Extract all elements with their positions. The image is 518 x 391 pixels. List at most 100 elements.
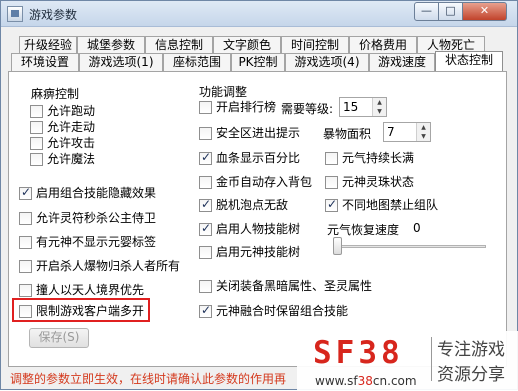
checkbox-box [19, 185, 32, 200]
status-message: 调整的参数立即生效，在线时请确认此参数的作用再 [10, 372, 287, 386]
realm-priority-checkbox[interactable]: 撞人以天人境界优先 [19, 282, 144, 298]
checkbox-box [199, 279, 212, 293]
checkbox-box [199, 197, 212, 212]
checkbox-box [19, 211, 32, 225]
spirit-state-checkbox[interactable]: 元神灵珠状态 [325, 174, 414, 190]
qi-recover-slider-thumb[interactable] [333, 237, 342, 255]
allow-magic-checkbox[interactable]: 允许魔法 [30, 151, 95, 167]
talisman-kill-guard-checkbox[interactable]: 允许灵符秒杀公主侍卫 [19, 210, 156, 226]
checkbox-box [199, 100, 212, 114]
allow-run-checkbox[interactable]: 允许跑动 [30, 103, 95, 119]
paralysis-group-title: 麻痹控制 [29, 85, 82, 102]
spirit-skill-tree-label: 启用元神技能树 [216, 245, 301, 259]
maximize-button[interactable]: □ [438, 2, 463, 21]
allow-attack-label: 允许攻击 [47, 136, 96, 150]
hp-percent-label: 血条显示百分比 [216, 151, 301, 165]
kill-drop-owner-label: 开启杀人爆物归杀人者所有 [36, 259, 181, 273]
qi-full-checkbox[interactable]: 元气持续长满 [325, 150, 414, 166]
checkbox-box [30, 152, 43, 166]
spirit-state-label: 元神灵珠状态 [342, 175, 415, 189]
close-button[interactable]: ✕ [462, 2, 507, 21]
tab-coord-range[interactable]: 座标范围 [163, 53, 231, 71]
checkbox-box [325, 197, 338, 212]
tab-castle-params[interactable]: 城堡参数 [77, 36, 145, 54]
minimize-button[interactable]: — [414, 2, 439, 21]
hide-infant-tag-checkbox[interactable]: 有元神不显示元婴标签 [19, 234, 156, 250]
game-params-window: 游戏参数 — □ ✕ 升级经验 城堡参数 信息控制 文字颜色 时间控制 价格费用… [0, 0, 518, 391]
window-title: 游戏参数 [29, 8, 78, 22]
spirit-combo-label: 元神融合时保留组合技能 [216, 304, 349, 318]
allow-magic-label: 允许魔法 [47, 152, 96, 166]
spirit-combo-checkbox[interactable]: 元神融合时保留组合技能 [199, 303, 348, 319]
highlight-box [12, 298, 150, 322]
bubble-label: 脱机泡点无敌 [216, 198, 289, 212]
qi-full-label: 元气持续长满 [342, 151, 415, 165]
hide-infant-tag-label: 有元神不显示元婴标签 [36, 235, 157, 249]
char-skill-tree-checkbox[interactable]: 启用人物技能树 [199, 221, 300, 237]
checkbox-box [325, 151, 338, 165]
tab-upgrade-exp[interactable]: 升级经验 [19, 36, 77, 54]
save-button[interactable]: 保存(S) [29, 328, 89, 348]
watermark-tag-1: 专注游戏 [437, 340, 505, 360]
tab-price-fee[interactable]: 价格费用 [349, 36, 417, 54]
combo-skill-hide-checkbox[interactable]: 启用组合技能隐藏效果 [19, 185, 156, 201]
rank-level-label: 需要等级: [281, 102, 334, 116]
watermark-logo: SF38 [313, 335, 404, 371]
tab-info-control[interactable]: 信息控制 [145, 36, 213, 54]
watermark-url-post: cn.com [372, 374, 417, 388]
checkbox-box [19, 259, 32, 273]
watermark-url-pre: www.sf [315, 374, 358, 388]
tab-time-control[interactable]: 时间控制 [281, 36, 349, 54]
watermark-url-red: 38 [357, 374, 373, 388]
map-group-checkbox[interactable]: 不同地图禁止组队 [325, 197, 438, 213]
checkbox-box [199, 221, 212, 236]
close-equip-label: 关闭装备黑暗属性、圣灵属性 [216, 279, 373, 293]
function-group-title: 功能调整 [197, 83, 250, 100]
rank-checkbox[interactable]: 开启排行榜 [199, 99, 276, 115]
checkbox-box [199, 303, 212, 318]
checkbox-box [19, 283, 32, 297]
app-icon [7, 6, 23, 22]
watermark-url: www.sf38cn.com [315, 374, 417, 388]
close-equip-checkbox[interactable]: 关闭装备黑暗属性、圣灵属性 [199, 278, 372, 294]
rank-level-input[interactable]: 15 ▲ ▼ [339, 97, 387, 117]
qi-recover-slider-track[interactable] [336, 245, 486, 248]
checkbox-box [325, 175, 338, 189]
tab-game-speed[interactable]: 游戏速度 [369, 53, 435, 71]
gold-bag-label: 金币自动存入背包 [216, 175, 313, 189]
checkbox-box [199, 175, 212, 189]
tab-text-color[interactable]: 文字颜色 [213, 36, 281, 54]
checkbox-box [30, 136, 43, 150]
combo-skill-hide-label: 启用组合技能隐藏效果 [36, 186, 157, 200]
allow-walk-label: 允许走动 [47, 120, 96, 134]
rank-level-value: 15 [343, 100, 359, 114]
kill-drop-owner-checkbox[interactable]: 开启杀人爆物归杀人者所有 [19, 258, 180, 274]
tab-game-options-4[interactable]: 游戏选项(4) [285, 53, 369, 71]
char-skill-tree-label: 启用人物技能树 [216, 222, 301, 236]
checkbox-box [199, 245, 212, 259]
tab-game-options-1[interactable]: 游戏选项(1) [79, 53, 163, 71]
tab-state-control[interactable]: 状态控制 [435, 51, 503, 71]
allow-walk-checkbox[interactable]: 允许走动 [30, 119, 95, 135]
spin-arrows-icon[interactable]: ▲ ▼ [416, 123, 430, 141]
hp-percent-checkbox[interactable]: 血条显示百分比 [199, 150, 300, 166]
spin-arrows-icon[interactable]: ▲ ▼ [372, 98, 386, 116]
checkbox-box [19, 235, 32, 249]
storm-area-input[interactable]: 7 ▲ ▼ [383, 122, 431, 142]
watermark-tag-2: 资源分享 [437, 365, 505, 385]
gold-bag-checkbox[interactable]: 金币自动存入背包 [199, 174, 312, 190]
checkbox-box [199, 150, 212, 165]
qi-recover-label: 元气恢复速度 [327, 223, 400, 237]
realm-priority-label: 撞人以天人境界优先 [36, 283, 145, 297]
storm-area-value: 7 [387, 125, 395, 139]
tab-pk-control[interactable]: PK控制 [231, 53, 285, 71]
spirit-skill-tree-checkbox[interactable]: 启用元神技能树 [199, 244, 300, 260]
map-group-label: 不同地图禁止组队 [342, 198, 439, 212]
checkbox-box [30, 120, 43, 134]
watermark: SF38 www.sf38cn.com 专注游戏 资源分享 [297, 331, 518, 391]
allow-attack-checkbox[interactable]: 允许攻击 [30, 135, 95, 151]
checkbox-box [30, 104, 43, 118]
safe-zone-checkbox[interactable]: 安全区进出提示 [199, 125, 300, 141]
bubble-checkbox[interactable]: 脱机泡点无敌 [199, 197, 288, 213]
tab-env-settings[interactable]: 环境设置 [11, 53, 79, 71]
